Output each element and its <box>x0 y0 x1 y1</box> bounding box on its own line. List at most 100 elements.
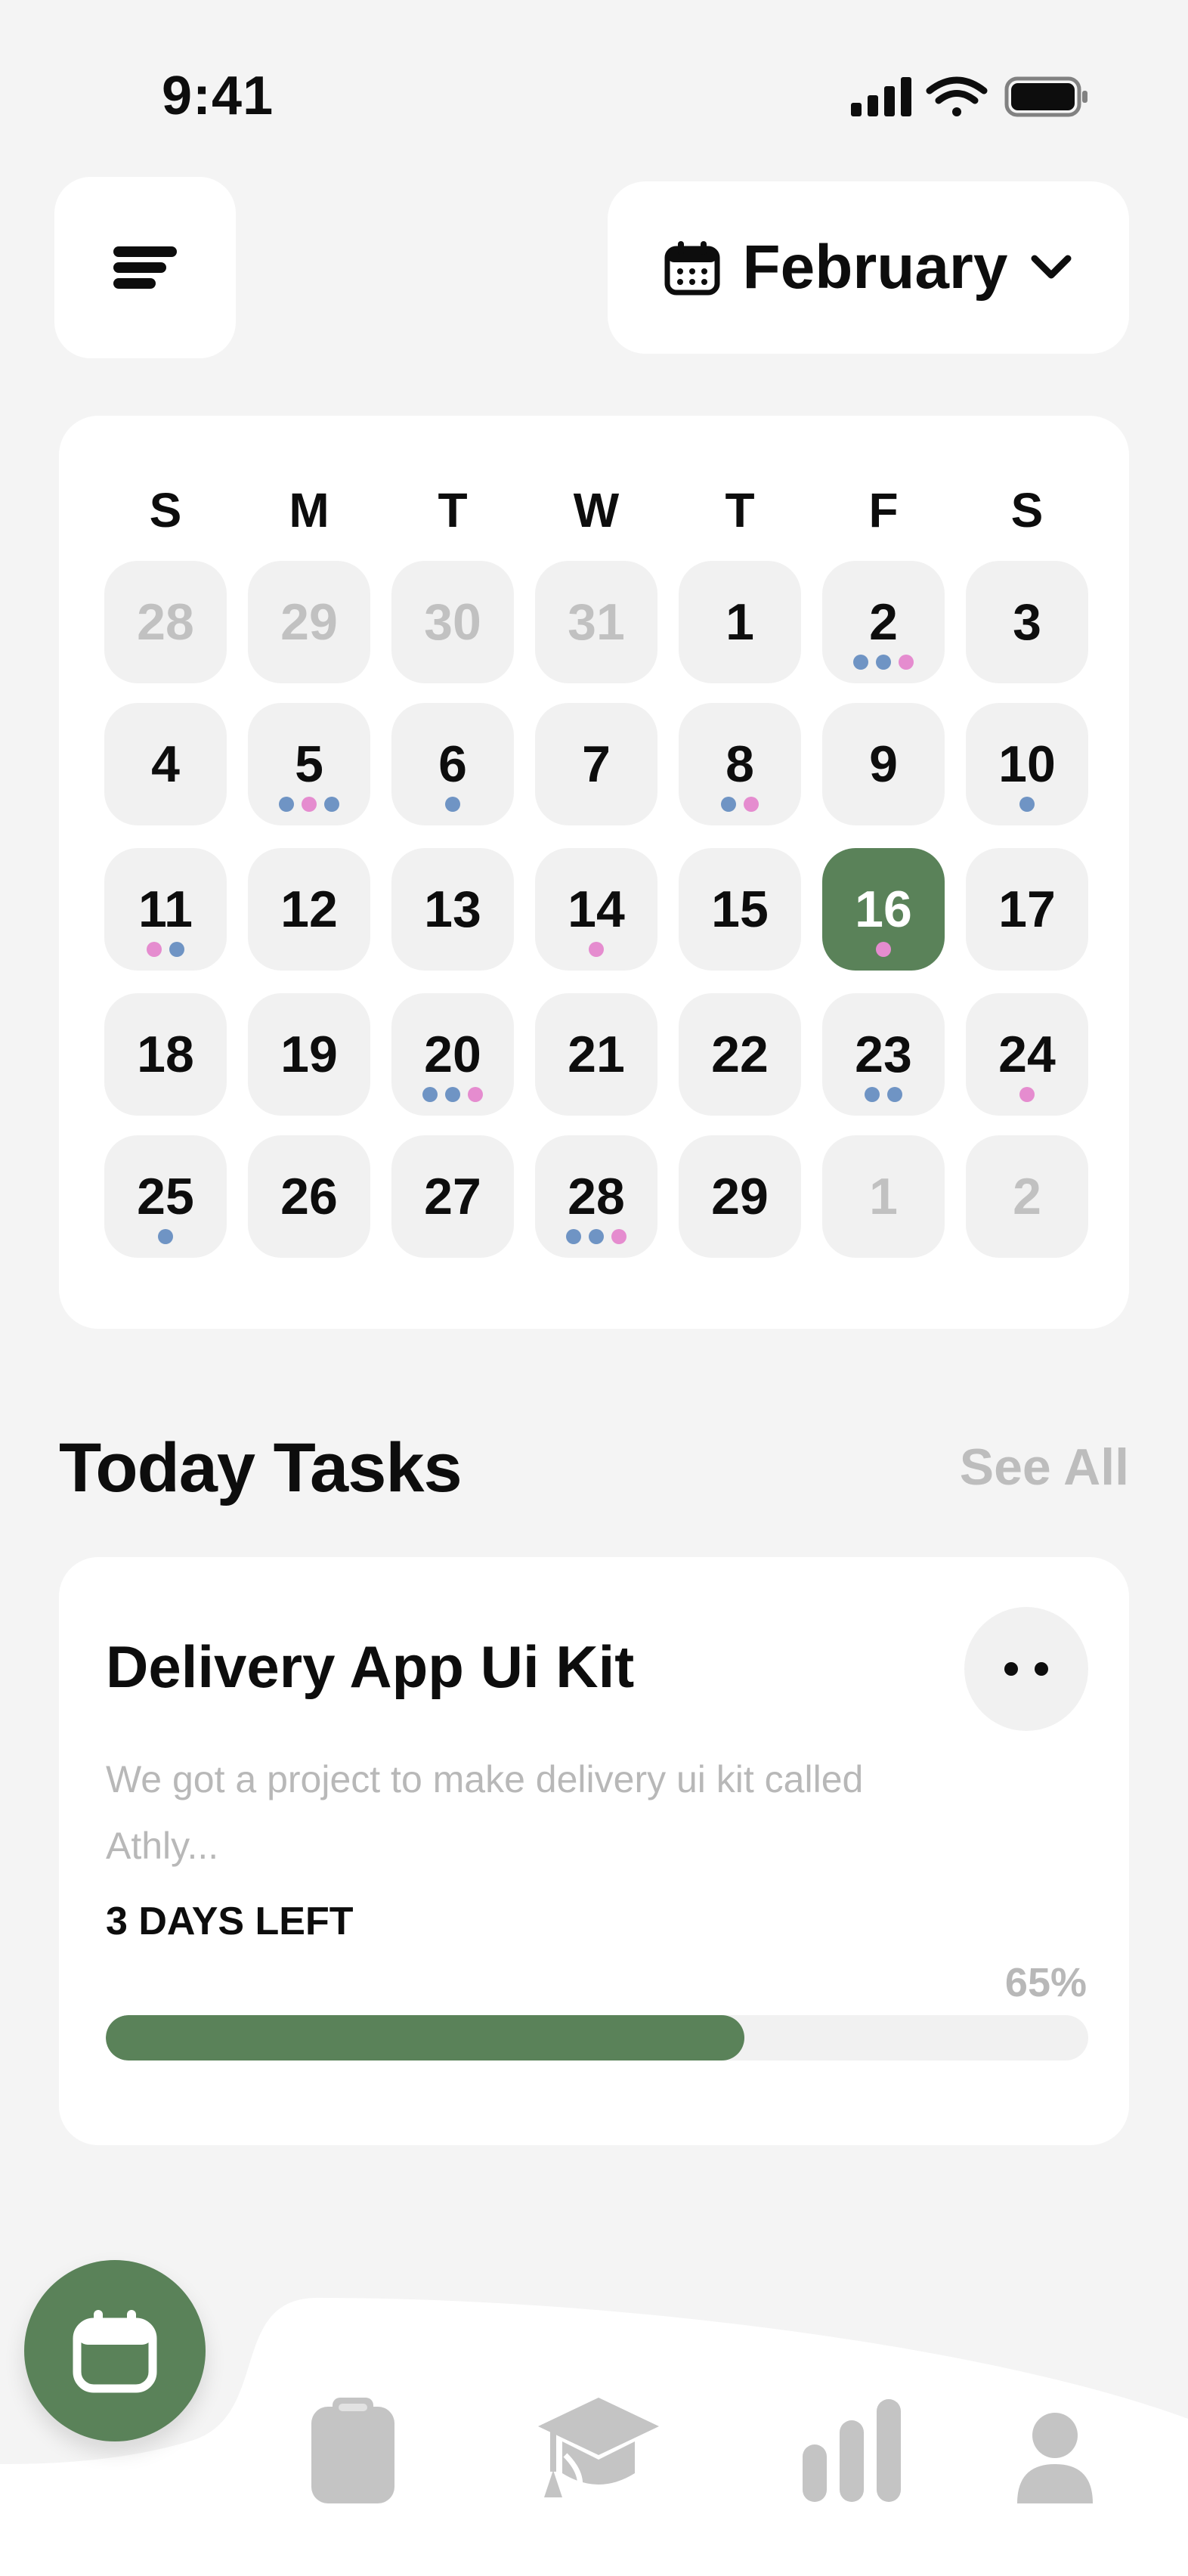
user-icon[interactable] <box>1016 2411 1094 2505</box>
progress-fill <box>106 2015 744 2060</box>
day-number: 9 <box>869 735 898 793</box>
calendar-day[interactable]: 2 <box>966 1135 1088 1258</box>
event-dot-blue <box>279 797 294 812</box>
app-screen: 9:41 February S M T W T F S 28 29 30 31 … <box>0 0 1188 2576</box>
calendar-day[interactable]: 13 <box>391 848 514 971</box>
task-description: We got a project to make delivery ui kit… <box>106 1758 864 1867</box>
status-time: 9:41 <box>162 66 274 126</box>
calendar-day[interactable]: 29 <box>248 561 370 683</box>
day-number: 20 <box>424 1026 481 1083</box>
calendar-day[interactable]: 31 <box>535 561 657 683</box>
event-dot-blue <box>566 1229 581 1244</box>
calendar-day[interactable]: 28 <box>104 561 227 683</box>
weekday-label: S <box>1010 483 1044 537</box>
calendar-day[interactable]: 6 <box>391 703 514 825</box>
calendar-day[interactable]: 7 <box>535 703 657 825</box>
calendar-day[interactable]: 8 <box>679 703 801 825</box>
bar-chart-icon[interactable] <box>801 2398 902 2503</box>
month-selector[interactable]: February <box>608 181 1129 354</box>
calendar-day[interactable]: 18 <box>104 993 227 1116</box>
nav-calendar-button[interactable] <box>24 2260 206 2441</box>
calendar-day[interactable]: 28 <box>535 1135 657 1258</box>
see-all-link[interactable]: See All <box>960 1438 1129 1497</box>
calendar-day[interactable]: 10 <box>966 703 1088 825</box>
day-number: 28 <box>568 1168 625 1225</box>
task-more-button[interactable] <box>964 1607 1088 1731</box>
event-dot-blue <box>445 1087 460 1102</box>
progress-bar <box>106 2015 1088 2060</box>
calendar-day[interactable]: 29 <box>679 1135 801 1258</box>
calendar-day[interactable]: 14 <box>535 848 657 971</box>
day-number: 19 <box>280 1026 338 1083</box>
calendar-day[interactable]: 22 <box>679 993 801 1116</box>
day-number: 29 <box>280 593 338 651</box>
menu-icon <box>113 246 177 289</box>
event-dot-pink <box>744 797 759 812</box>
event-dot-blue <box>721 797 736 812</box>
calendar-day[interactable]: 1 <box>822 1135 945 1258</box>
day-number: 7 <box>582 735 611 793</box>
calendar-day[interactable]: 25 <box>104 1135 227 1258</box>
progress-percent: 65% <box>1004 1960 1087 2005</box>
day-number: 18 <box>137 1026 194 1083</box>
calendar-day[interactable]: 11 <box>104 848 227 971</box>
weekday-label: M <box>289 483 329 537</box>
event-dot-pink <box>1019 1087 1035 1102</box>
calendar-day[interactable]: 20 <box>391 993 514 1116</box>
calendar-day[interactable]: 4 <box>104 703 227 825</box>
calendar-day[interactable]: 23 <box>822 993 945 1116</box>
event-dots <box>104 1229 227 1244</box>
event-dot-blue <box>589 1229 604 1244</box>
calendar-day[interactable]: 1 <box>679 561 801 683</box>
calendar-day[interactable]: 15 <box>679 848 801 971</box>
calendar-day[interactable]: 17 <box>966 848 1088 971</box>
day-number: 26 <box>280 1168 338 1225</box>
calendar-day[interactable]: 27 <box>391 1135 514 1258</box>
cellular-signal-icon <box>851 77 911 116</box>
wifi-icon <box>926 76 988 116</box>
event-dots <box>822 1087 945 1102</box>
calendar-day[interactable]: 3 <box>966 561 1088 683</box>
day-number: 5 <box>295 735 323 793</box>
calendar-day[interactable]: 24 <box>966 993 1088 1116</box>
calendar-day[interactable]: 2 <box>822 561 945 683</box>
calendar-day[interactable]: 5 <box>248 703 370 825</box>
event-dots <box>391 797 514 812</box>
task-deadline: 3 DAYS LEFT <box>106 1899 354 1943</box>
day-number: 4 <box>151 735 180 793</box>
day-number: 2 <box>869 593 898 651</box>
clipboard-icon[interactable] <box>310 2396 396 2505</box>
event-dots <box>104 942 227 957</box>
calendar-day[interactable]: 21 <box>535 993 657 1116</box>
battery-icon <box>1004 76 1087 117</box>
calendar-day[interactable]: 26 <box>248 1135 370 1258</box>
month-label: February <box>742 233 1008 302</box>
graduation-cap-icon[interactable] <box>535 2395 662 2505</box>
event-dots <box>535 1229 657 1244</box>
day-number: 28 <box>137 593 194 651</box>
day-number: 27 <box>424 1168 481 1225</box>
calendar-day[interactable]: 19 <box>248 993 370 1116</box>
day-number: 12 <box>280 881 338 938</box>
event-dot-blue <box>445 797 460 812</box>
day-number: 31 <box>568 593 625 651</box>
menu-button[interactable] <box>54 177 236 358</box>
event-dot-blue <box>324 797 339 812</box>
weekday-label: T <box>725 483 755 537</box>
event-dots <box>822 655 945 670</box>
event-dot-pink <box>468 1087 483 1102</box>
day-number: 2 <box>1013 1168 1041 1225</box>
event-dot-blue <box>1019 797 1035 812</box>
calendar-day[interactable]: 12 <box>248 848 370 971</box>
event-dot-pink <box>147 942 162 957</box>
event-dot-blue <box>887 1087 902 1102</box>
event-dot-pink <box>876 942 891 957</box>
calendar-day[interactable]: 9 <box>822 703 945 825</box>
event-dot-pink <box>302 797 317 812</box>
calendar-day[interactable]: 30 <box>391 561 514 683</box>
task-title: Delivery App Ui Kit <box>106 1633 635 1700</box>
task-card[interactable]: Delivery App Ui Kit We got a project to … <box>59 1557 1129 2145</box>
calendar-day-selected[interactable]: 16 <box>822 848 945 971</box>
weekday-label: S <box>149 483 182 537</box>
day-number: 16 <box>855 881 912 938</box>
